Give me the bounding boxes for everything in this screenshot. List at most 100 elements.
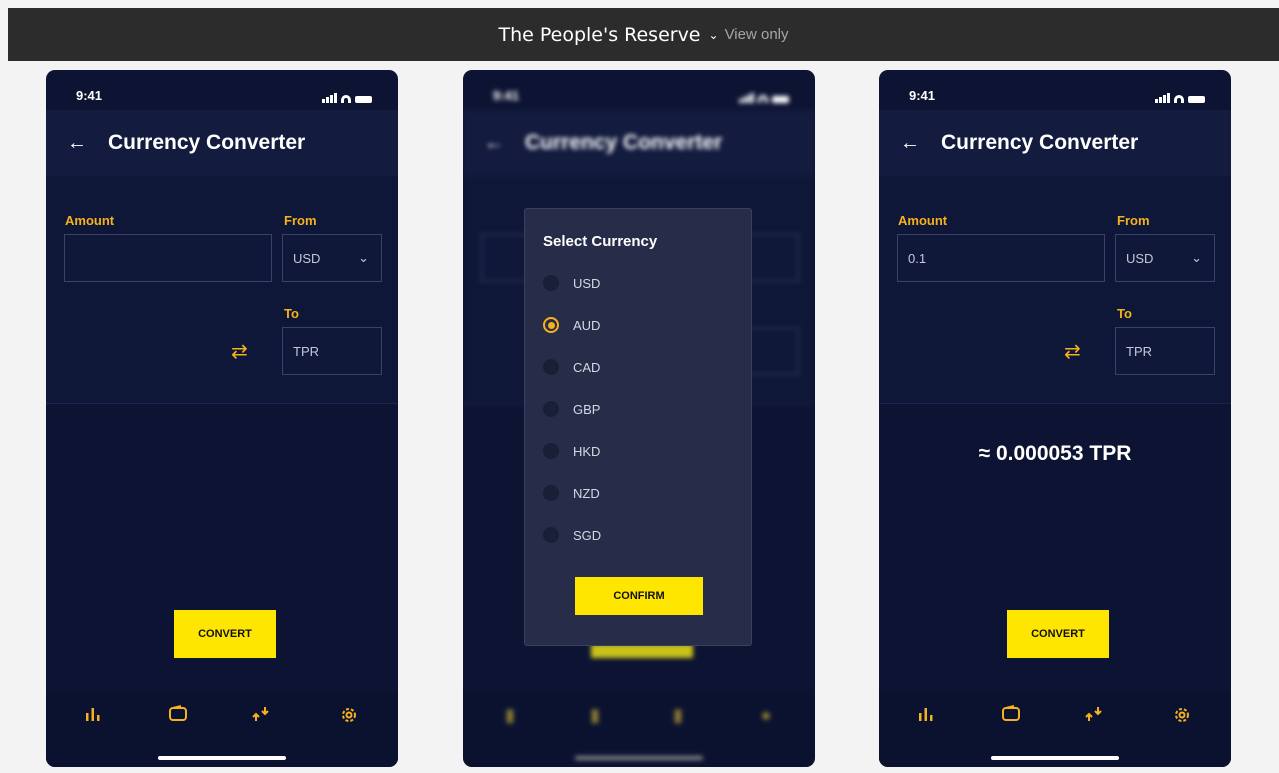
convert-button[interactable]: CONVERT xyxy=(1007,610,1109,658)
to-select[interactable]: TPR xyxy=(282,327,382,375)
top-bar: The People's Reserve ⌄ View only xyxy=(8,8,1279,61)
transfer-icon[interactable] xyxy=(1079,705,1109,728)
wallet-icon[interactable] xyxy=(996,705,1026,728)
home-indicator xyxy=(991,756,1119,760)
converter-form: Amount From USD ⌄ To TPR ⇄ xyxy=(46,176,398,404)
radio-button[interactable] xyxy=(543,401,559,417)
to-select[interactable]: TPR xyxy=(1115,327,1215,375)
phone-screen-converter: 9:41 ← Currency Converter Amount From US… xyxy=(46,70,398,767)
chevron-down-icon: ⌄ xyxy=(1191,250,1202,265)
from-select[interactable]: USD ⌄ xyxy=(282,234,382,282)
currency-option-cad[interactable]: CAD xyxy=(543,359,600,375)
home-indicator xyxy=(575,756,703,760)
option-label: USD xyxy=(573,275,601,291)
chevron-down-icon[interactable]: ⌄ xyxy=(709,28,719,42)
radio-button[interactable] xyxy=(543,443,559,459)
option-label: SGD xyxy=(573,527,602,543)
radio-button[interactable] xyxy=(543,485,559,501)
radio-button-selected[interactable] xyxy=(543,317,559,333)
app-header: ← Currency Converter xyxy=(463,110,815,176)
battery-icon xyxy=(355,96,372,103)
phone-screen-result: 9:41 ← Currency Converter Amount 0.1 Fro… xyxy=(879,70,1231,767)
transfer-icon[interactable] xyxy=(246,705,276,728)
option-label: CAD xyxy=(573,359,601,375)
from-label: From xyxy=(1117,213,1150,228)
amount-input[interactable] xyxy=(64,234,272,282)
signal-icon xyxy=(739,93,754,103)
currency-option-aud[interactable]: AUD xyxy=(543,317,600,333)
currency-option-usd[interactable]: USD xyxy=(543,275,600,291)
home-indicator xyxy=(158,756,286,760)
wifi-icon xyxy=(758,95,768,103)
currency-option-sgd[interactable]: SGD xyxy=(543,527,601,543)
status-bar: 9:41 xyxy=(909,88,1205,103)
status-time: 9:41 xyxy=(493,88,520,103)
swap-icon[interactable]: ⇄ xyxy=(1064,339,1081,364)
bottom-nav: ▮ ▮ ▮ ● xyxy=(463,693,815,767)
currency-option-nzd[interactable]: NZD xyxy=(543,485,600,501)
conversion-result: ≈ 0.000053 TPR xyxy=(978,442,1132,465)
currency-select-modal: Select Currency USD AUD CAD GBP HKD NZD … xyxy=(524,208,752,646)
signal-icon xyxy=(322,93,337,103)
status-bar: 9:41 xyxy=(493,88,789,103)
settings-icon[interactable] xyxy=(334,705,364,730)
battery-icon xyxy=(772,96,789,103)
wifi-icon xyxy=(1174,95,1184,103)
confirm-button[interactable]: CONFIRM xyxy=(575,577,703,615)
radio-button[interactable] xyxy=(543,527,559,543)
chart-icon: ▮ xyxy=(505,705,515,725)
modal-title: Select Currency xyxy=(543,233,658,250)
amount-label: Amount xyxy=(898,213,948,228)
status-icons xyxy=(1155,88,1205,103)
option-label: NZD xyxy=(573,485,600,501)
converter-form: Amount 0.1 From USD ⌄ To TPR ⇄ xyxy=(879,176,1231,404)
wallet-icon[interactable] xyxy=(163,705,193,728)
page-title: Currency Converter xyxy=(525,131,723,154)
from-select-value: USD xyxy=(293,250,321,266)
to-label: To xyxy=(1117,306,1132,321)
bottom-nav xyxy=(879,693,1231,767)
back-arrow-icon[interactable]: ← xyxy=(883,132,937,155)
status-icons xyxy=(739,88,789,103)
bottom-nav xyxy=(46,693,398,767)
chevron-down-icon: ⌄ xyxy=(358,250,369,265)
amount-input[interactable]: 0.1 xyxy=(897,234,1105,282)
currency-option-hkd[interactable]: HKD xyxy=(543,443,600,459)
swap-icon[interactable]: ⇄ xyxy=(231,339,248,364)
signal-icon xyxy=(1155,93,1170,103)
battery-icon xyxy=(1188,96,1205,103)
phone-screen-currency-select: 9:41 ← Currency Converter ▮ ▮ ▮ ● Select… xyxy=(463,70,815,767)
convert-button[interactable]: CONVERT xyxy=(174,610,276,658)
from-label: From xyxy=(284,213,317,228)
amount-label: Amount xyxy=(65,213,115,228)
currency-option-gbp[interactable]: GBP xyxy=(543,401,600,417)
app-header: ← Currency Converter xyxy=(879,110,1231,176)
transfer-icon: ▮ xyxy=(673,705,683,725)
radio-button[interactable] xyxy=(543,275,559,291)
chart-icon[interactable] xyxy=(78,705,108,728)
status-icons xyxy=(322,88,372,103)
option-label: HKD xyxy=(573,443,601,459)
wallet-icon: ▮ xyxy=(590,705,600,725)
file-title[interactable]: The People's Reserve xyxy=(498,24,700,46)
from-select-value: USD xyxy=(1126,250,1154,266)
back-arrow-icon[interactable]: ← xyxy=(50,132,104,155)
status-time: 9:41 xyxy=(76,88,103,103)
app-header: ← Currency Converter xyxy=(46,110,398,176)
view-only-label: View only xyxy=(724,26,789,43)
chart-icon[interactable] xyxy=(911,705,941,728)
convert-button xyxy=(591,644,693,658)
radio-button[interactable] xyxy=(543,359,559,375)
option-label: GBP xyxy=(573,401,601,417)
status-time: 9:41 xyxy=(909,88,936,103)
from-select[interactable]: USD ⌄ xyxy=(1115,234,1215,282)
settings-icon: ● xyxy=(760,705,772,725)
wifi-icon xyxy=(341,95,351,103)
option-label: AUD xyxy=(573,317,601,333)
page-title: Currency Converter xyxy=(108,131,306,154)
to-label: To xyxy=(284,306,299,321)
page-title: Currency Converter xyxy=(941,131,1139,154)
back-arrow-icon: ← xyxy=(484,131,504,154)
status-bar: 9:41 xyxy=(76,88,372,103)
settings-icon[interactable] xyxy=(1167,705,1197,730)
